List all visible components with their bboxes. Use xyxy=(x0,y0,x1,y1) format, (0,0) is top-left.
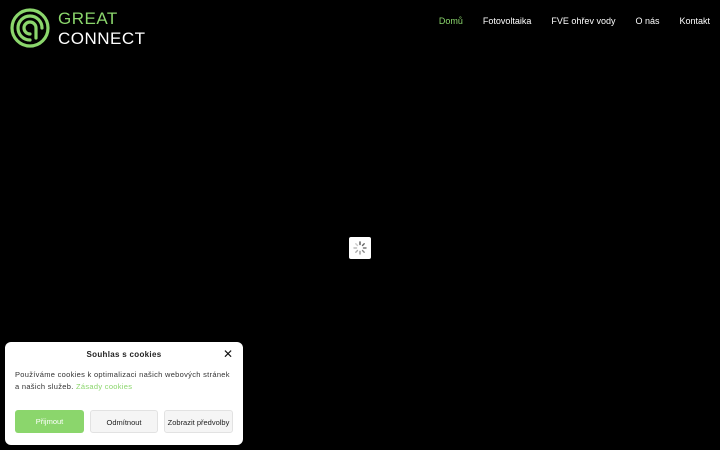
main-nav: Domů Fotovoltaika FVE ohřev vody O nás K… xyxy=(419,16,710,26)
deny-button[interactable]: Odmítnout xyxy=(90,410,158,433)
logo-text: GREAT CONNECT xyxy=(58,10,146,47)
cookie-title: Souhlas s cookies xyxy=(86,350,162,359)
nav-item-fotovoltaika[interactable]: Fotovoltaika xyxy=(483,16,532,26)
nav-item-kontakt[interactable]: Kontakt xyxy=(679,16,710,26)
logo-line-connect: CONNECT xyxy=(58,28,146,48)
close-icon[interactable]: ✕ xyxy=(222,348,234,360)
logo-mark-icon xyxy=(10,8,50,48)
site-header: GREAT CONNECT Domů Fotovoltaika FVE ohře… xyxy=(0,0,720,56)
page: GREAT CONNECT Domů Fotovoltaika FVE ohře… xyxy=(0,0,720,450)
loading-indicator xyxy=(349,237,371,259)
cookie-buttons: Přijmout Odmítnout Zobrazit předvolby xyxy=(15,410,233,433)
accept-button[interactable]: Přijmout xyxy=(15,410,84,433)
cookie-message: Používáme cookies k optimalizaci našich … xyxy=(15,369,230,392)
nav-item-fve-ohrev-vody[interactable]: FVE ohřev vody xyxy=(551,16,615,26)
logo-line-great: GREAT xyxy=(58,8,118,28)
nav-item-o-nas[interactable]: O nás xyxy=(635,16,659,26)
spinner-icon xyxy=(353,241,367,255)
cookie-policy-link[interactable]: Zásady cookies xyxy=(76,382,132,391)
nav-item-domu[interactable]: Domů xyxy=(439,16,463,26)
view-preferences-button[interactable]: Zobrazit předvolby xyxy=(164,410,233,433)
cookie-consent-panel: Souhlas s cookies ✕ Používáme cookies k … xyxy=(5,342,243,445)
logo[interactable]: GREAT CONNECT xyxy=(10,8,146,48)
